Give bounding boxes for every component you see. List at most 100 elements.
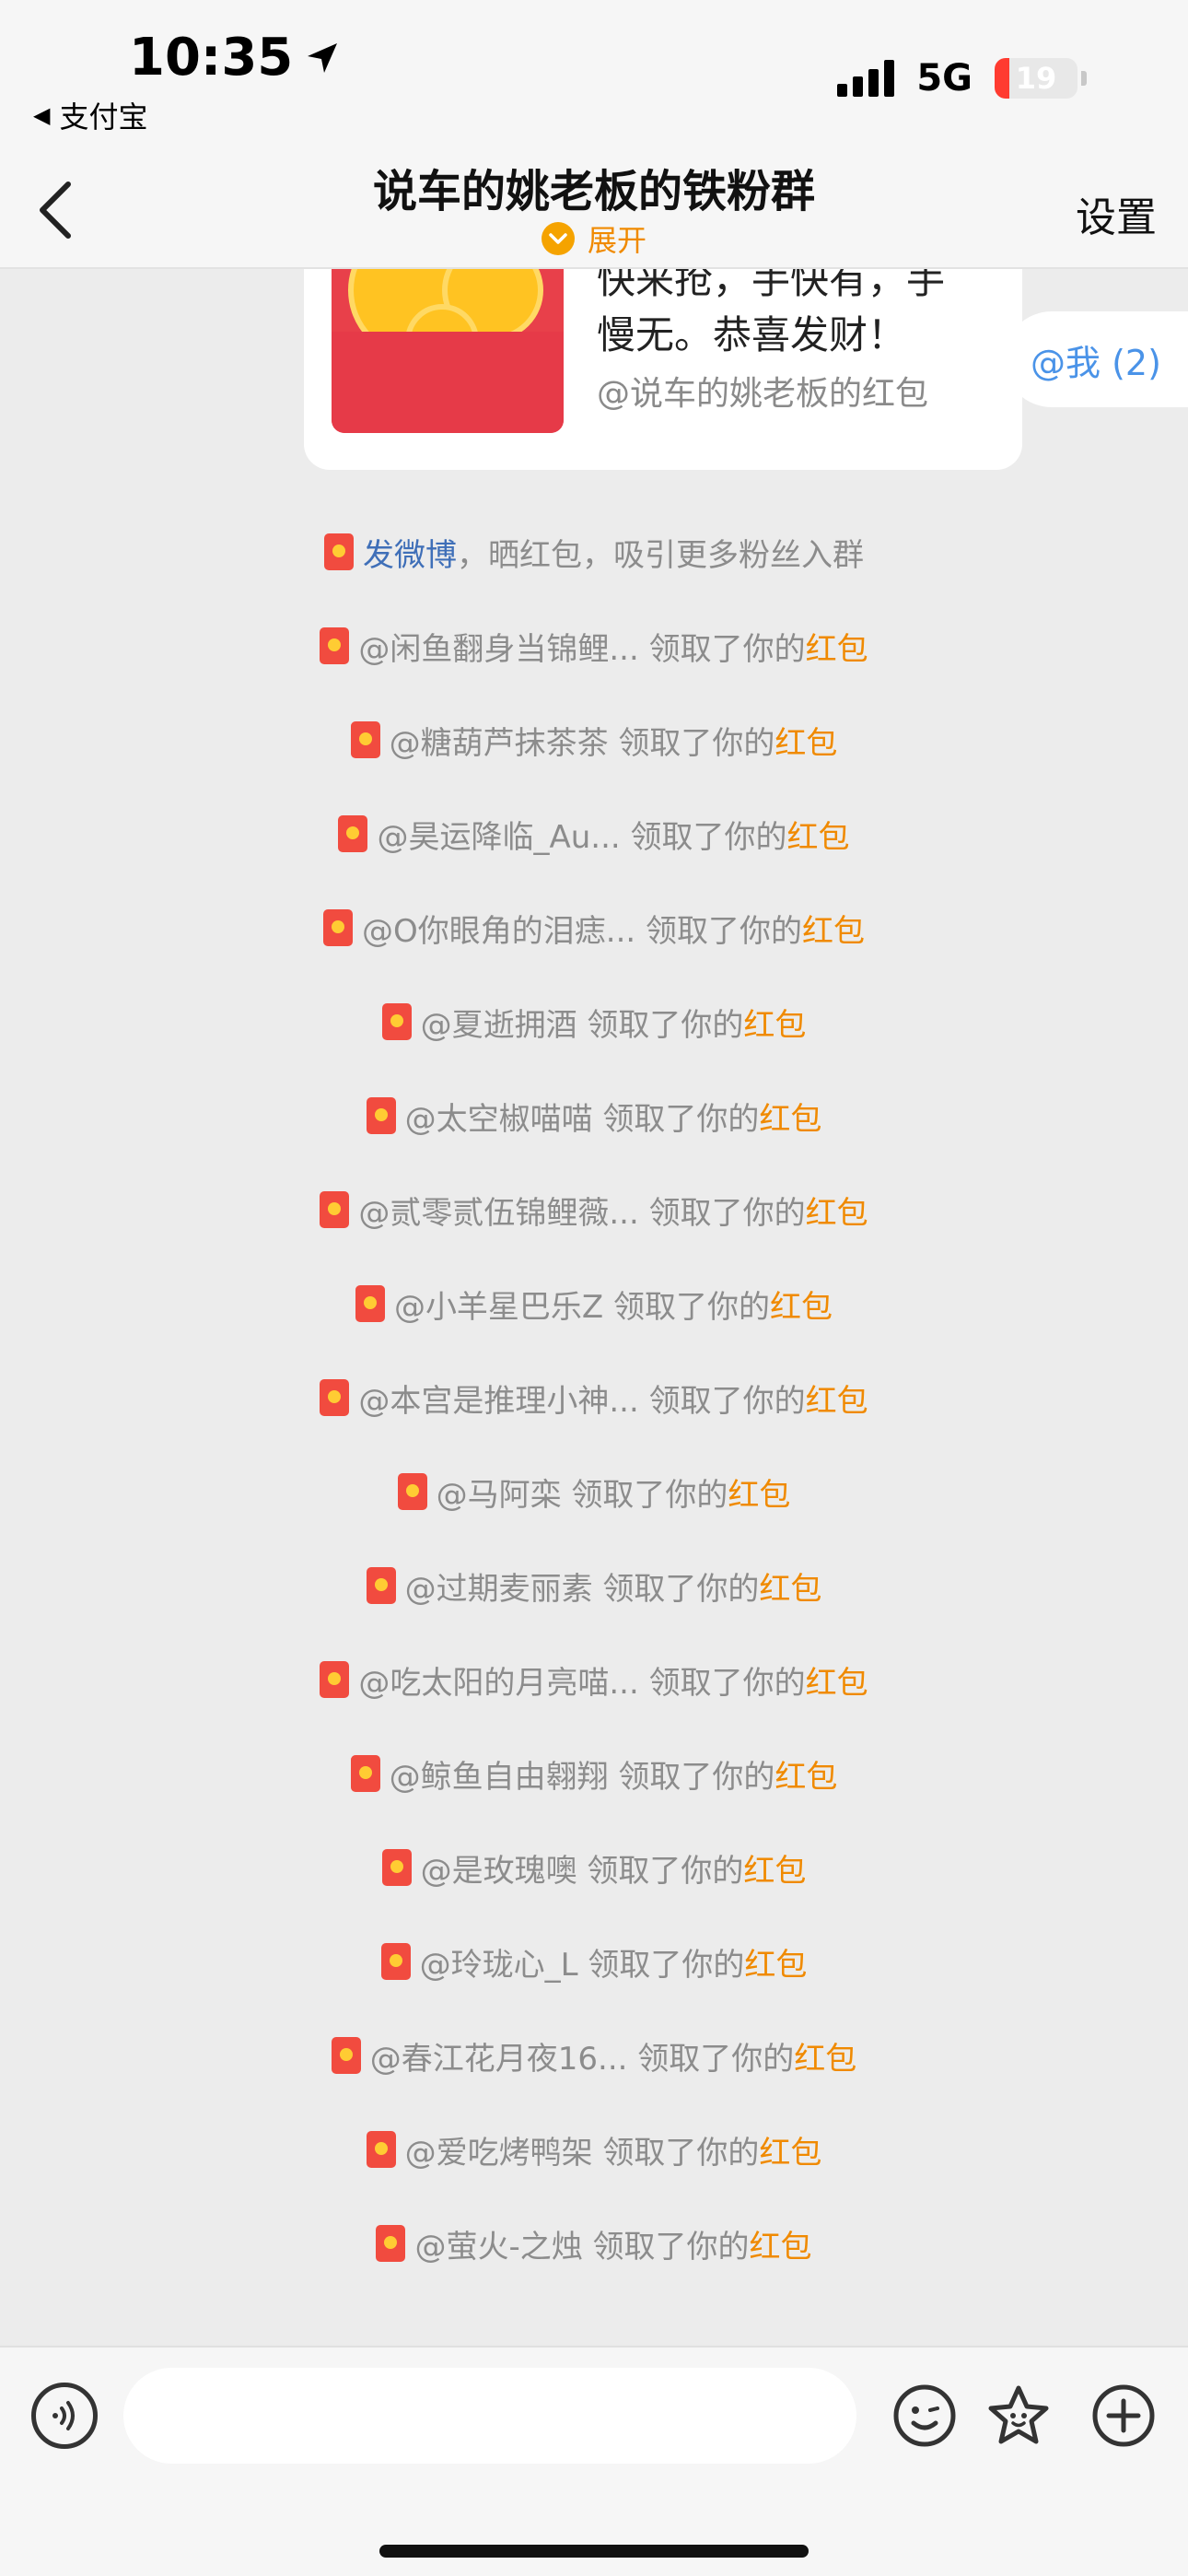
home-indicator [379, 2545, 809, 2558]
claim-action-text: 领取了你的 [588, 1946, 745, 1984]
red-packet-link[interactable]: 红包 [743, 1853, 806, 1890]
plus-icon [1092, 2384, 1155, 2447]
red-packet-link[interactable]: 红包 [759, 2135, 821, 2172]
settings-button[interactable]: 设置 [1076, 184, 1157, 243]
emoji-icon [893, 2384, 956, 2447]
claim-action-text: 领取了你的 [587, 1852, 744, 1890]
claim-action-text: 领取了你的 [618, 724, 775, 762]
claimer-name[interactable]: @过期麦丽素 [405, 1571, 593, 1608]
claimer-name[interactable]: @马阿栾 [437, 1477, 562, 1514]
claim-action-text: 领取了你的 [648, 1664, 806, 1702]
back-to-app-link[interactable]: ◀ 支付宝 [33, 94, 147, 136]
red-packet-link[interactable]: 红包 [759, 1101, 821, 1138]
status-right: 5G 19 [837, 57, 1087, 100]
red-packet-link[interactable]: 红包 [743, 1007, 806, 1044]
red-packet-link[interactable]: 红包 [787, 819, 850, 856]
claim-notice: @玲珑心_L 领取了你的红包 [0, 1914, 1188, 2008]
red-packet-icon [350, 721, 380, 758]
post-weibo-link[interactable]: 发微博 [363, 537, 457, 574]
back-app-label: 支付宝 [59, 100, 148, 135]
battery-level: 19 [1015, 61, 1057, 96]
claimer-name[interactable]: @夏逝拥酒 [421, 1007, 577, 1044]
claimer-name[interactable]: @小羊星巴乐Z [394, 1289, 603, 1326]
claimer-name[interactable]: @萤火-之烛 [414, 2229, 582, 2266]
claim-action-text: 领取了你的 [602, 2134, 760, 2172]
claim-action-text: 领取了你的 [587, 1006, 744, 1044]
claimer-name[interactable]: @贰零贰伍锦鲤薇... [358, 1195, 638, 1232]
red-packet-icon [380, 1943, 411, 1980]
claimer-name[interactable]: @糖葫芦抹茶茶 [390, 725, 609, 762]
claim-notice: @马阿栾 领取了你的红包 [0, 1445, 1188, 1539]
claim-notice: @本宫是推理小神... 领取了你的红包 [0, 1351, 1188, 1445]
claimer-name[interactable]: @爱吃烤鸭架 [405, 2135, 593, 2172]
at-me-button[interactable]: @我 (2) [1004, 311, 1188, 407]
red-packet-link[interactable]: 红包 [794, 2041, 856, 2078]
claim-notice: @O你眼角的泪痣... 领取了你的红包 [0, 881, 1188, 975]
red-packet-link[interactable]: 红包 [759, 1571, 821, 1608]
claim-action-text: 领取了你的 [646, 912, 802, 950]
battery-cap [1081, 71, 1087, 86]
claimer-name[interactable]: @是玫瑰噢 [421, 1853, 577, 1890]
group-title: 说车的姚老板的铁粉群 [372, 166, 815, 217]
red-packet-link[interactable]: 红包 [806, 1195, 868, 1232]
claimer-name[interactable]: @太空椒喵喵 [405, 1101, 593, 1138]
message-input[interactable] [123, 2368, 856, 2464]
claim-notice: @贰零贰伍锦鲤薇... 领取了你的红包 [0, 1163, 1188, 1257]
time-text: 10:35 [129, 28, 294, 88]
red-packet-link[interactable]: 红包 [806, 631, 868, 668]
top-header: 10:35 ◀ 支付宝 5G 19 说车的姚老板的铁粉群 展开 设置 [0, 0, 1188, 269]
red-packet-link[interactable]: 红包 [775, 725, 837, 762]
red-packet-icon [338, 815, 368, 852]
red-packet-link[interactable]: 红包 [775, 1759, 837, 1796]
red-packet-icon [324, 533, 354, 570]
plus-button[interactable] [1090, 2383, 1157, 2449]
sticker-icon [988, 2385, 1049, 2444]
claim-notice: @春江花月夜16... 领取了你的红包 [0, 2008, 1188, 2102]
sticker-button[interactable] [985, 2383, 1052, 2449]
red-packet-icon [320, 1191, 350, 1228]
red-packet-icon [320, 1379, 350, 1416]
red-packet-icon [366, 1567, 396, 1604]
red-packet-icon [323, 909, 353, 946]
red-packet-icon [355, 1285, 385, 1322]
input-bar [0, 2346, 1188, 2576]
claimer-name[interactable]: @鲸鱼自由翱翔 [390, 1759, 609, 1796]
claim-notice: @闲鱼翻身当锦鲤... 领取了你的红包 [0, 599, 1188, 693]
claimer-name[interactable]: @O你眼角的泪痣... [362, 913, 635, 950]
red-packet-icon [320, 627, 350, 664]
claimer-name[interactable]: @玲珑心_L [420, 1947, 578, 1984]
expand-label: 展开 [587, 223, 646, 258]
claimer-name[interactable]: @春江花月夜16... [370, 2041, 628, 2078]
claimer-name[interactable]: @本宫是推理小神... [358, 1383, 638, 1420]
claim-notice: @糖葫芦抹茶茶 领取了你的红包 [0, 693, 1188, 787]
claim-notice: @小羊星巴乐Z 领取了你的红包 [0, 1257, 1188, 1351]
chevron-down-icon [541, 222, 575, 255]
red-packet-icon [366, 1097, 396, 1134]
claim-action-text: 领取了你的 [648, 1194, 806, 1232]
voice-button[interactable] [31, 2383, 98, 2449]
claim-action-text: 领取了你的 [637, 2040, 795, 2078]
red-packet-icon [381, 1003, 412, 1040]
claim-notice: @夏逝拥酒 领取了你的红包 [0, 975, 1188, 1069]
red-packet-link[interactable]: 红包 [802, 913, 865, 950]
red-packet-link[interactable]: 红包 [770, 1289, 833, 1326]
voice-icon [52, 2401, 75, 2430]
red-packet-link[interactable]: 红包 [728, 1477, 790, 1514]
emoji-button[interactable] [891, 2383, 958, 2449]
claim-notice: @萤火-之烛 领取了你的红包 [0, 2196, 1188, 2290]
network-type: 5G [916, 57, 973, 100]
claim-action-text: 领取了你的 [571, 1476, 728, 1514]
red-packet-link[interactable]: 红包 [750, 2229, 812, 2266]
expand-button[interactable]: 展开 [0, 217, 1188, 260]
claimer-name[interactable]: @吃太阳的月亮喵... [358, 1665, 638, 1702]
red-packet-link[interactable]: 红包 [806, 1665, 868, 1702]
red-packet-link[interactable]: 红包 [744, 1947, 807, 1984]
red-packet-link[interactable]: 红包 [806, 1383, 868, 1420]
claimer-name[interactable]: @昊运降临_Au... [377, 819, 620, 856]
claim-notice: @鲸鱼自由翱翔 领取了你的红包 [0, 1727, 1188, 1821]
claimer-name[interactable]: @闲鱼翻身当锦鲤... [358, 631, 638, 668]
claim-action-text: 领取了你的 [602, 1100, 760, 1138]
signal-icon [837, 60, 895, 97]
red-packet-icon [397, 1473, 427, 1510]
claim-action-text: 领取了你的 [602, 1570, 760, 1608]
